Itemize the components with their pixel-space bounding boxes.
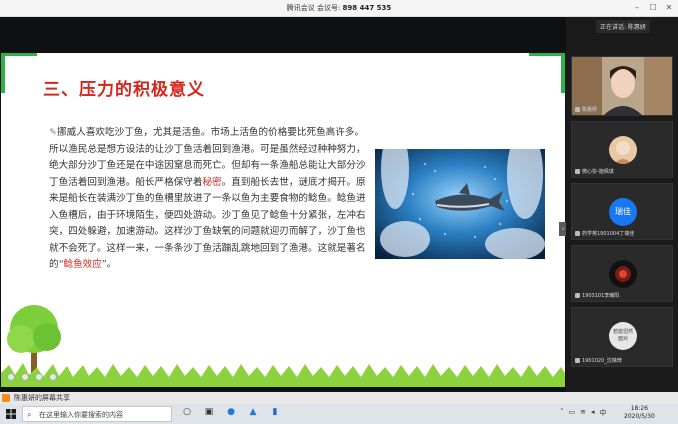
network-icon[interactable]: ≋ xyxy=(580,408,586,418)
pencil-icon: ✎ xyxy=(49,127,58,138)
shared-screen-area: 三、压力的积极意义 ✎挪威人喜欢吃沙丁鱼，尤其是活鱼。市场上活鱼的价格要比死鱼高… xyxy=(0,17,567,392)
task-view-icon[interactable]: ▣ xyxy=(202,407,216,417)
taskbar-search[interactable]: ⌕ 在这里输入你要搜索的内容 xyxy=(22,406,172,422)
avatar-text: 若能坦然 面对 xyxy=(609,322,637,350)
slide: 三、压力的积极意义 ✎挪威人喜欢吃沙丁鱼，尤其是活鱼。市场上活鱼的价格要比死鱼高… xyxy=(1,53,565,387)
slide-nav-controls xyxy=(7,373,57,381)
shark-sardine-photo xyxy=(375,149,545,259)
prev-slide-icon[interactable] xyxy=(7,373,15,381)
tencent-meeting-icon[interactable]: ▲ xyxy=(246,407,260,417)
battery-icon[interactable]: ▭ xyxy=(569,408,576,418)
paragraph-part: 。直到船长去世，谜底才揭开。原来是船长在装满沙丁鱼的鱼槽里放进了一条以鱼为主要食… xyxy=(49,176,366,271)
participant-tile[interactable]: 陈惠妍 xyxy=(571,56,673,116)
slide-body-text: ✎挪威人喜欢吃沙丁鱼，尤其是活鱼。市场上活鱼的价格要比死鱼高许多。所以渔民总是想… xyxy=(49,125,367,274)
slide-title: 三、压力的积极意义 xyxy=(43,80,205,100)
participant-name: 1903101李曦阳 xyxy=(575,292,619,299)
slide-frame-line xyxy=(529,53,565,56)
participant-name: 1901020_沈婧琦 xyxy=(575,357,622,364)
avatar-text: 瑞佳 xyxy=(609,198,637,226)
volume-icon[interactable]: ◂ xyxy=(591,408,595,418)
edge-icon[interactable]: ● xyxy=(224,407,238,417)
participant-name: 药学英1901004丁瑞佳 xyxy=(575,230,634,237)
ime-indicator[interactable]: 中 xyxy=(600,408,607,418)
zoom-icon[interactable] xyxy=(49,373,57,381)
share-status-text: 陈惠妍的屏幕共享 xyxy=(14,394,70,402)
meeting-id: 898 447 535 xyxy=(342,4,392,12)
taskbar-apps: ○ ▣ ● ▲ ▮ xyxy=(180,407,282,417)
avatar xyxy=(609,136,637,164)
meeting-id-label: 会议号: xyxy=(316,4,341,12)
slide-frame-line xyxy=(1,53,37,56)
clock-date: 2020/5/30 xyxy=(624,413,655,420)
slide-frame-bar xyxy=(1,53,5,93)
screen-share-bar: 陈惠妍的屏幕共享 xyxy=(0,392,678,404)
participant-name: 微心协-施佩琪 xyxy=(575,168,614,175)
pen-tool-icon[interactable] xyxy=(21,373,29,381)
app-icon[interactable]: ▮ xyxy=(268,407,282,417)
mic-icon xyxy=(575,107,580,112)
mic-icon xyxy=(575,293,580,298)
app-name: 腾讯会议 xyxy=(286,4,315,12)
mic-icon xyxy=(575,169,580,174)
system-tray: ˄ ▭ ≋ ◂ 中 xyxy=(560,408,607,418)
clock[interactable]: 18:26 2020/5/30 xyxy=(624,405,655,421)
maximize-icon[interactable]: ☐ xyxy=(648,2,658,14)
cortana-icon[interactable]: ○ xyxy=(180,407,194,417)
highlight-effect: 鲶鱼效应 xyxy=(63,259,102,270)
grass-decoration xyxy=(1,363,565,387)
share-icon xyxy=(2,394,10,402)
participant-tile[interactable]: 若能坦然 面对 1901020_沈婧琦 xyxy=(571,307,673,367)
window-title: 腾讯会议 会议号: 898 447 535 xyxy=(0,3,678,13)
screen: 腾讯会议 会议号: 898 447 535 – ☐ ✕ 三、压力的积极意义 ✎挪… xyxy=(0,0,678,424)
participant-tile[interactable]: 瑞佳 药学英1901004丁瑞佳 xyxy=(571,183,673,240)
chevron-up-icon[interactable]: ˄ xyxy=(560,408,564,418)
speaking-indicator: 正在讲话: 陈惠妍 xyxy=(596,20,650,33)
paragraph-part: ”。 xyxy=(101,259,117,270)
menu-icon[interactable] xyxy=(35,373,43,381)
participant-tile[interactable]: 1903101李曦阳 xyxy=(571,245,673,302)
windows-start-icon[interactable] xyxy=(6,409,16,419)
minimize-icon[interactable]: – xyxy=(632,2,642,14)
participant-name: 陈惠妍 xyxy=(575,106,597,113)
title-bar: 腾讯会议 会议号: 898 447 535 – ☐ ✕ xyxy=(0,0,678,17)
participant-tile[interactable]: 微心协-施佩琪 xyxy=(571,121,673,178)
clock-time: 18:26 xyxy=(630,405,649,412)
windows-taskbar: ⌕ 在这里输入你要搜索的内容 ○ ▣ ● ▲ ▮ ˄ ▭ ≋ ◂ 中 18:26… xyxy=(0,404,678,424)
search-placeholder: 在这里输入你要搜索的内容 xyxy=(39,411,123,419)
highlight-secret: 秘密 xyxy=(202,176,222,188)
mic-icon xyxy=(575,358,580,363)
window-controls: – ☐ ✕ xyxy=(632,2,674,14)
mic-icon xyxy=(575,231,580,236)
close-icon[interactable]: ✕ xyxy=(664,2,674,14)
search-icon: ⌕ xyxy=(27,410,32,419)
avatar xyxy=(609,260,637,288)
slide-frame-bar xyxy=(561,53,565,93)
